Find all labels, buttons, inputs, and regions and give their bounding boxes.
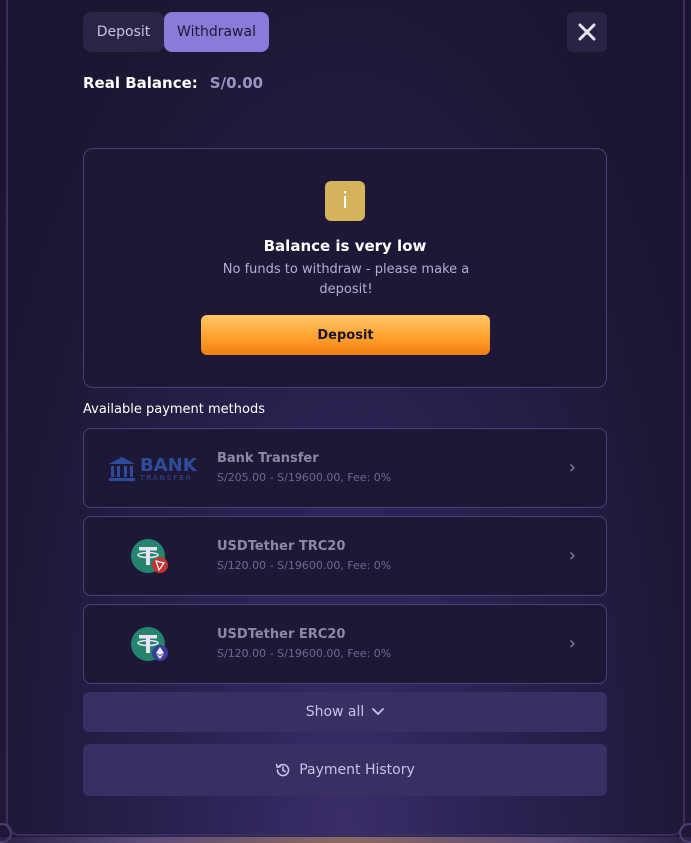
show-all-button[interactable]: Show all [83, 692, 607, 732]
tether-erc20-logo [108, 625, 198, 665]
payment-method-usdt-erc20[interactable]: USDTether ERC20 S/120.00 - S/19600.00, F… [83, 604, 607, 684]
frame-bottom-glow [0, 837, 691, 843]
tether-trc20-icon [131, 539, 168, 573]
show-all-label: Show all [305, 704, 365, 720]
tether-erc20-icon [131, 627, 168, 661]
bank-logo-text: BANK [140, 454, 197, 476]
method-name: USDTether TRC20 [217, 539, 346, 554]
balance-value: S/0.00 [209, 74, 264, 92]
method-range: S/205.00 - S/19600.00, Fee: 0% [217, 471, 392, 484]
deposit-button[interactable]: Deposit [201, 315, 490, 355]
tether-trc20-logo [108, 537, 198, 577]
tab-withdrawal[interactable]: Withdrawal [164, 12, 269, 52]
method-range: S/120.00 - S/19600.00, Fee: 0% [217, 559, 392, 572]
low-balance-title: Balance is very low [263, 237, 427, 255]
close-button[interactable] [567, 12, 607, 52]
method-range: S/120.00 - S/19600.00, Fee: 0% [217, 647, 392, 660]
bank-building-icon [109, 457, 135, 481]
payment-method-bank-transfer[interactable]: BANK TRANSFER Bank Transfer S/205.00 - S… [83, 428, 607, 508]
payment-methods-title: Available payment methods [83, 402, 265, 417]
info-icon-glyph: i [341, 188, 349, 214]
low-balance-message: No funds to withdraw - please make a dep… [222, 262, 470, 297]
chevron-right-icon: › [568, 457, 576, 478]
payment-method-usdt-trc20[interactable]: USDTether TRC20 S/120.00 - S/19600.00, F… [83, 516, 607, 596]
bank-logo-subtext: TRANSFER [140, 473, 193, 482]
balance-row: Real Balance: S/0.00 [83, 74, 263, 92]
history-icon [275, 763, 290, 777]
close-icon [578, 23, 596, 41]
low-balance-card: i Balance is very low No funds to withdr… [83, 148, 607, 388]
bank-transfer-logo: BANK TRANSFER [108, 449, 198, 489]
chevron-down-icon [372, 708, 385, 716]
chevron-right-icon: › [568, 545, 576, 566]
balance-label: Real Balance: [83, 74, 198, 92]
method-name: USDTether ERC20 [217, 627, 346, 642]
info-icon: i [325, 181, 365, 221]
tab-bar: Deposit Withdrawal [83, 12, 269, 52]
payment-history-button[interactable]: Payment History [83, 744, 607, 796]
method-name: Bank Transfer [217, 451, 319, 466]
tab-deposit[interactable]: Deposit [83, 12, 164, 52]
modal-frame: Deposit Withdrawal Real Balance: S/0.00 … [0, 0, 691, 843]
payment-history-label: Payment History [299, 762, 415, 778]
chevron-right-icon: › [568, 633, 576, 654]
